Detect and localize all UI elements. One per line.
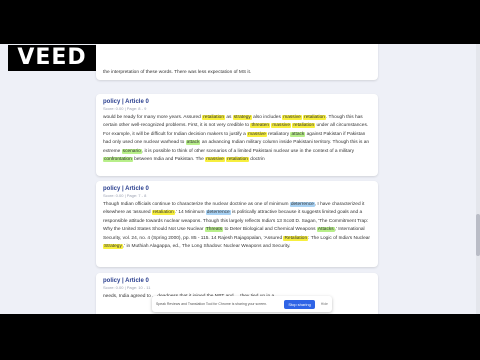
card-meta: Score: 0.00 | Page: 8 - 9 [103, 106, 147, 111]
card-meta: Score: 0.00 | Page: 7 - 8 [103, 193, 147, 198]
keyword-highlight: Retaliation [283, 235, 309, 241]
body-text: , it is possible to think of other scena… [141, 148, 355, 154]
page-viewport: the interpretation of these words. There… [0, 44, 480, 314]
hide-button[interactable]: Hide [321, 302, 328, 306]
body-text: retaliatory [266, 131, 291, 137]
keyword-highlight: massive [282, 115, 302, 120]
keyword-highlight: massive [271, 123, 291, 129]
result-card-1: policy | Article 0 Score: 0.00 | Page: 8… [96, 94, 378, 176]
keyword-highlight: Strategy [103, 244, 123, 250]
keyword-highlight: attack [290, 131, 306, 137]
body-text: between India and Pakistan. The [132, 157, 206, 163]
screen-share-message: Speak Reviews and Translation Tool for C… [156, 302, 268, 306]
screen-share-toast: Speak Reviews and Translation Tool for C… [152, 296, 332, 312]
keyword-highlight: Threats [204, 227, 224, 233]
keyword-highlight: retaliation [226, 157, 249, 163]
result-card-2: policy | Article 0 Score: 0.00 | Page: 7… [96, 181, 378, 267]
scrollbar[interactable] [476, 44, 480, 314]
video-bottom-bar [0, 314, 480, 360]
keyword-highlight: retaliation [202, 115, 225, 120]
card-body: would be ready for many more years. Assu… [103, 114, 371, 164]
card-title[interactable]: policy | Article 0 [103, 277, 371, 285]
keyword-highlight: massive [205, 157, 225, 163]
body-text: to Deter Biological and Chemical Weapons [223, 227, 317, 233]
keyword-highlight: attack [185, 140, 201, 146]
keyword-highlight: retaliation [292, 123, 316, 129]
keyword-highlight: retaliation [303, 115, 326, 120]
body-text: also includes [251, 115, 283, 120]
keyword-highlight: deterrence [205, 210, 231, 216]
card-meta: Score: 0.00 | Page: 10 - 11 [103, 285, 151, 290]
card-title[interactable]: policy | Article 0 [103, 185, 371, 193]
keyword-highlight: strategy [232, 115, 252, 120]
veed-logo: VEED [8, 45, 96, 71]
video-top-bar [0, 0, 480, 44]
card-snippet: the interpretation of these words. There… [103, 69, 252, 75]
keyword-highlight: retaliation [151, 210, 175, 216]
keyword-highlight: Attacks [316, 227, 335, 233]
body-text: would be ready for many more years. Assu… [103, 115, 203, 120]
body-text: Though Indian officials continue to char… [103, 202, 290, 207]
body-text: ,' in Muthiah Alagappa, ed., The Long Sh… [122, 244, 291, 250]
keyword-highlight: deterrence [289, 202, 315, 207]
result-card-partial: the interpretation of these words. There… [96, 44, 378, 80]
keyword-highlight: threaten [250, 123, 271, 129]
body-text: : The Logic of India's Nuclear [308, 235, 371, 241]
keyword-highlight: scenario [121, 148, 142, 154]
body-text: .' 14 Minimum [174, 210, 206, 216]
card-title[interactable]: policy | Article 0 [103, 98, 371, 106]
body-text: as [225, 115, 233, 120]
keyword-highlight: massive [247, 131, 267, 137]
stop-sharing-button[interactable]: Stop sharing [284, 299, 315, 309]
body-text: doctrin [248, 157, 265, 163]
keyword-highlight: confrontation [103, 157, 133, 163]
scroll-thumb[interactable] [476, 214, 480, 256]
card-body: Though Indian officials continue to char… [103, 201, 371, 251]
